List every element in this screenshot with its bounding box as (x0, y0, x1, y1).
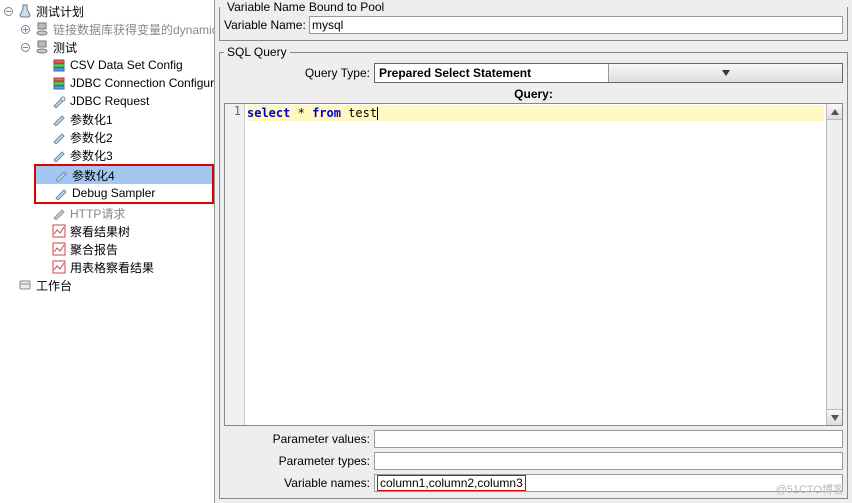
tree-item-param3[interactable]: 参数化3 (0, 146, 214, 164)
tree-label: HTTP请求 (70, 205, 125, 222)
varname-input[interactable] (309, 16, 843, 34)
tree-label: 工作台 (36, 277, 72, 294)
query-type-label: Query Type: (224, 66, 374, 80)
tree-label: JDBC Request (70, 94, 149, 108)
main-panel: Variable Name Bound to Pool Variable Nam… (215, 0, 852, 503)
tree-item-jdbc-request[interactable]: JDBC Request (0, 92, 214, 110)
tree-label: 参数化3 (70, 147, 113, 164)
listener-icon (51, 241, 67, 257)
pool-fieldset: Variable Name Bound to Pool Variable Nam… (219, 0, 848, 41)
tree-item-workbench[interactable]: 工作台 (0, 276, 214, 294)
tree-item-jdbc-conn[interactable]: JDBC Connection Configurati (0, 74, 214, 92)
tree-label: 察看结果树 (70, 223, 130, 240)
tree-label: 参数化2 (70, 129, 113, 146)
tree-label: 用表格察看结果 (70, 259, 154, 276)
text-cursor (377, 107, 378, 120)
tree-item-aggregate[interactable]: 聚合报告 (0, 240, 214, 258)
tree-item-http[interactable]: HTTP请求 (0, 204, 214, 222)
tree-label: 测试计划 (36, 3, 84, 20)
param-types-input[interactable] (374, 452, 843, 470)
thread-group-icon (34, 39, 50, 55)
param-values-input[interactable] (374, 430, 843, 448)
sql-editor[interactable]: 1 select * from test (224, 103, 843, 426)
editor-gutter: 1 (225, 104, 245, 425)
tree-item-view-tree[interactable]: 察看结果树 (0, 222, 214, 240)
sql-fieldset: SQL Query Query Type: Prepared Select St… (219, 45, 848, 499)
tree-label: 参数化4 (72, 167, 115, 184)
sampler-icon (53, 167, 69, 183)
tree-label: JDBC Connection Configurati (70, 76, 215, 90)
sampler-icon (53, 185, 69, 201)
tree-item-test[interactable]: 测试 (0, 38, 214, 56)
tree-panel: 测试计划 链接数据库获得变量的dynamic 测试 CSV Data Set C… (0, 0, 215, 503)
var-names-input[interactable]: column1,column2,column3 (374, 474, 843, 492)
tree-label: 测试 (53, 39, 77, 56)
param-values-label: Parameter values: (224, 432, 374, 446)
scroll-up-icon[interactable] (827, 104, 842, 120)
sampler-icon (51, 205, 67, 221)
workbench-icon (17, 277, 33, 293)
config-icon (51, 75, 67, 91)
sampler-icon (51, 93, 67, 109)
tree-label: 链接数据库获得变量的dynamic (53, 21, 215, 38)
tree-label: CSV Data Set Config (70, 58, 183, 72)
thread-group-icon (34, 21, 50, 37)
highlight-annotation: 参数化4 Debug Sampler (34, 164, 214, 204)
tree-item-param4[interactable]: 参数化4 (36, 166, 212, 184)
tree-item-debug-sampler[interactable]: Debug Sampler (36, 184, 212, 202)
query-type-value: Prepared Select Statement (375, 66, 608, 80)
sampler-icon (51, 111, 67, 127)
config-icon (51, 57, 67, 73)
listener-icon (51, 259, 67, 275)
tree-item-dynamic[interactable]: 链接数据库获得变量的dynamic (0, 20, 214, 38)
pool-legend: Variable Name Bound to Pool (224, 0, 387, 14)
param-types-label: Parameter types: (224, 454, 374, 468)
tree-item-csv[interactable]: CSV Data Set Config (0, 56, 214, 74)
tree-item-table-results[interactable]: 用表格察看结果 (0, 258, 214, 276)
tree-label: 聚合报告 (70, 241, 118, 258)
tree-label: 参数化1 (70, 111, 113, 128)
sampler-icon (51, 129, 67, 145)
highlight-annotation: column1,column2,column3 (377, 475, 526, 491)
sql-legend: SQL Query (224, 45, 290, 59)
var-names-label: Variable names: (224, 476, 374, 490)
tree-item-param1[interactable]: 参数化1 (0, 110, 214, 128)
listener-icon (51, 223, 67, 239)
tree-label: Debug Sampler (72, 186, 155, 200)
scroll-down-icon[interactable] (827, 409, 842, 425)
chevron-down-icon (608, 64, 842, 82)
collapse-icon[interactable] (2, 5, 15, 18)
collapse-icon[interactable] (19, 41, 32, 54)
tree-item-param2[interactable]: 参数化2 (0, 128, 214, 146)
flask-icon (17, 3, 33, 19)
varname-label: Variable Name: (224, 18, 309, 32)
sampler-icon (51, 147, 67, 163)
expand-icon[interactable] (19, 23, 32, 36)
query-header: Query: (224, 85, 843, 103)
query-type-select[interactable]: Prepared Select Statement (374, 63, 843, 83)
tree-root-test-plan[interactable]: 测试计划 (0, 2, 214, 20)
vertical-scrollbar[interactable] (826, 104, 842, 425)
editor-code[interactable]: select * from test (245, 104, 826, 425)
